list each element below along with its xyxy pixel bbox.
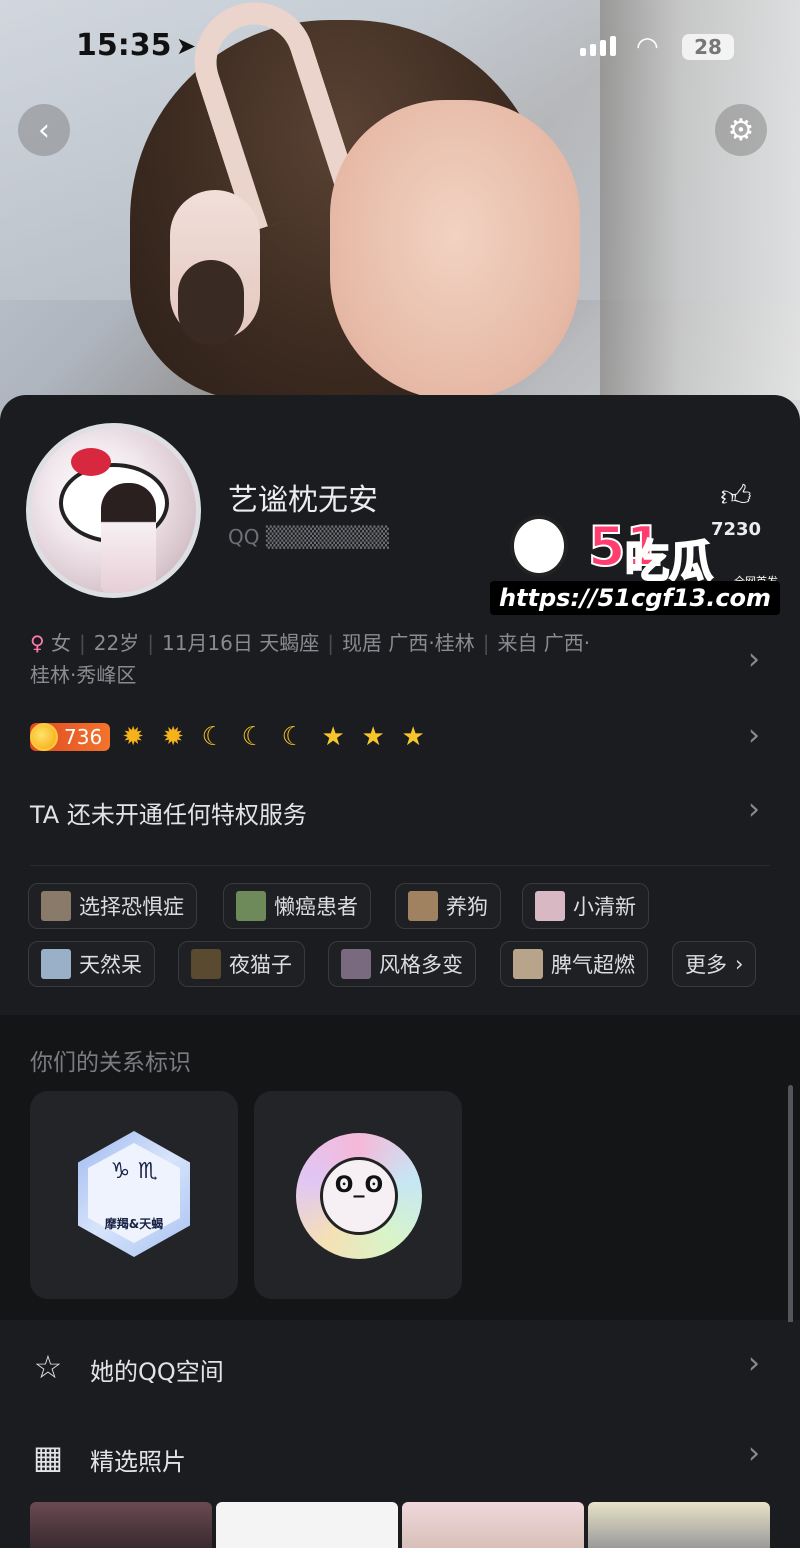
info-residence: 现居 广西·桂林 [341, 631, 475, 655]
sun-icon: ✹ [122, 722, 145, 752]
more-tags-label: 更多 [685, 953, 727, 977]
tag-thumbnail [341, 949, 371, 979]
chevron-right-icon: › [748, 1346, 760, 1381]
panda-mascot-icon [510, 515, 568, 577]
chevron-right-icon[interactable]: › [748, 642, 760, 677]
more-tags-button[interactable]: 更多 › [672, 941, 757, 987]
female-icon: ♀ [30, 631, 45, 655]
privilege-status[interactable]: TA 还未开通任何特权服务 [30, 795, 307, 830]
watermark-url: https://51cgf13.com [490, 581, 780, 615]
tag-chip[interactable]: 脾气超燃 [500, 941, 648, 987]
tag-thumbnail [535, 891, 565, 921]
cover-person-face [330, 100, 580, 400]
profile-links: ☆ 她的QQ空间 › ▦ 精选照片 › [0, 1322, 800, 1548]
star-icon: ★ [401, 722, 425, 752]
avatar-person [101, 483, 156, 593]
star-icon: ★ [361, 722, 385, 752]
relationship-section: 你们的关系标识 ♑ ♏ 摩羯&天蝎 ʘ_ʘ [0, 1015, 800, 1325]
qq-number[interactable]: QQ ▒▒▒▒▒▒▒▒ [228, 525, 389, 549]
tag-label: 养狗 [446, 895, 488, 919]
info-age: 22岁 [93, 631, 140, 655]
photo-thumbnail[interactable] [30, 1502, 212, 1548]
info-hometown-detail: 桂林·秀峰区 [30, 663, 137, 687]
photo-strip [30, 1502, 770, 1548]
zodiac-symbols: ♑ ♏ [110, 1159, 158, 1184]
chevron-left-icon: ‹ [38, 112, 50, 148]
moon-icon: ☾ [201, 722, 225, 752]
cover-headphone-pad [178, 260, 244, 345]
profile-card: 艺谧枕无安 QQ ▒▒▒▒▒▒▒▒ 👍︎ 7230 51 吃瓜 全网首发 htt… [0, 395, 800, 1020]
tag-label: 懒癌患者 [274, 895, 358, 919]
tag-thumbnail [408, 891, 438, 921]
watermark-brand: 吃瓜 [624, 535, 714, 588]
avatar-bow [71, 448, 111, 476]
chevron-right-icon[interactable]: › [748, 718, 760, 753]
tag-thumbnail [513, 949, 543, 979]
scrollbar[interactable] [788, 1085, 793, 1325]
status-time: 15:35 [76, 28, 172, 63]
location-arrow-icon: ➤ [176, 32, 197, 60]
star-icon: ★ [321, 722, 345, 752]
moon-icon: ☾ [241, 722, 265, 752]
settings-button[interactable]: ⚙ [715, 104, 767, 156]
tag-chip[interactable]: 懒癌患者 [223, 883, 371, 929]
profile-name: 艺谧枕无安 [228, 483, 378, 518]
avatar[interactable] [26, 423, 201, 598]
tag-label: 脾气超燃 [551, 953, 635, 977]
tag-chip[interactable]: 风格多变 [328, 941, 476, 987]
chevron-right-icon[interactable]: › [748, 792, 760, 827]
relationship-badge-zodiac[interactable]: ♑ ♏ 摩羯&天蝎 [30, 1091, 238, 1299]
tag-thumbnail [236, 891, 266, 921]
relationship-title: 你们的关系标识 [30, 1050, 191, 1076]
level-value: 736 [64, 725, 103, 749]
moon-icon: ☾ [281, 722, 305, 752]
sun-icon: ✹ [162, 722, 185, 752]
info-gender: 女 [51, 631, 72, 655]
info-hometown: 来自 广西· [497, 631, 591, 655]
battery-icon: 28 [682, 34, 734, 60]
photos-row[interactable]: ▦ 精选照片 › [0, 1412, 800, 1502]
grid-icon: ▦ [32, 1438, 64, 1476]
qq-level[interactable]: 736 ✹ ✹ ☾ ☾ ☾ ★ ★ ★ [30, 722, 430, 752]
divider [30, 865, 770, 866]
level-badge: 736 [30, 723, 111, 751]
gear-icon: ⚙ [727, 112, 755, 148]
tag-chip[interactable]: 小清新 [522, 883, 649, 929]
tag-thumbnail [41, 891, 71, 921]
wifi-icon: ◠ [636, 32, 659, 62]
tag-thumbnail [41, 949, 71, 979]
cellular-signal-icon [580, 36, 616, 56]
chevron-right-icon: › [748, 1436, 760, 1471]
tag-chip[interactable]: 选择恐惧症 [28, 883, 197, 929]
status-bar: 15:35 ➤ ◠ 28 [0, 0, 800, 95]
watermark: 51 吃瓜 全网首发 https://51cgf13.com [490, 514, 780, 615]
profile-info[interactable]: ♀ 女 | 22岁 | 11月16日 天蝎座 | 现居 广西·桂林 | 来自 广西· 桂林·秀峰… [30, 627, 720, 691]
tag-thumbnail [191, 949, 221, 979]
photo-thumbnail[interactable] [402, 1502, 584, 1548]
tag-chip[interactable]: 夜猫子 [178, 941, 305, 987]
tag-chip[interactable]: 天然呆 [28, 941, 155, 987]
tag-label: 风格多变 [379, 953, 463, 977]
photo-thumbnail[interactable] [588, 1502, 770, 1548]
star-outline-icon: ☆ [33, 1348, 63, 1386]
photos-label: 精选照片 [90, 1448, 186, 1476]
tag-label: 小清新 [573, 895, 636, 919]
zodiac-badge-label: 摩羯&天蝎 [104, 1217, 164, 1231]
battery-level: 28 [694, 35, 722, 59]
photo-thumbnail[interactable] [216, 1502, 398, 1548]
thumbs-up-icon: 👍︎ [720, 479, 752, 514]
holo-badge-face: ʘ_ʘ [334, 1173, 384, 1198]
tag-label: 天然呆 [79, 953, 142, 977]
chevron-right-icon: › [735, 952, 744, 976]
tag-label: 选择恐惧症 [79, 895, 184, 919]
back-button[interactable]: ‹ [18, 104, 70, 156]
qzone-label: 她的QQ空间 [90, 1358, 224, 1386]
info-birthday: 11月16日 天蝎座 [161, 631, 320, 655]
relationship-badge-holo[interactable]: ʘ_ʘ [254, 1091, 462, 1299]
tag-label: 夜猫子 [229, 953, 292, 977]
tag-chip[interactable]: 养狗 [395, 883, 501, 929]
qzone-row[interactable]: ☆ 她的QQ空间 › [0, 1322, 800, 1412]
coin-icon [30, 723, 58, 751]
qq-label: QQ [228, 525, 260, 549]
